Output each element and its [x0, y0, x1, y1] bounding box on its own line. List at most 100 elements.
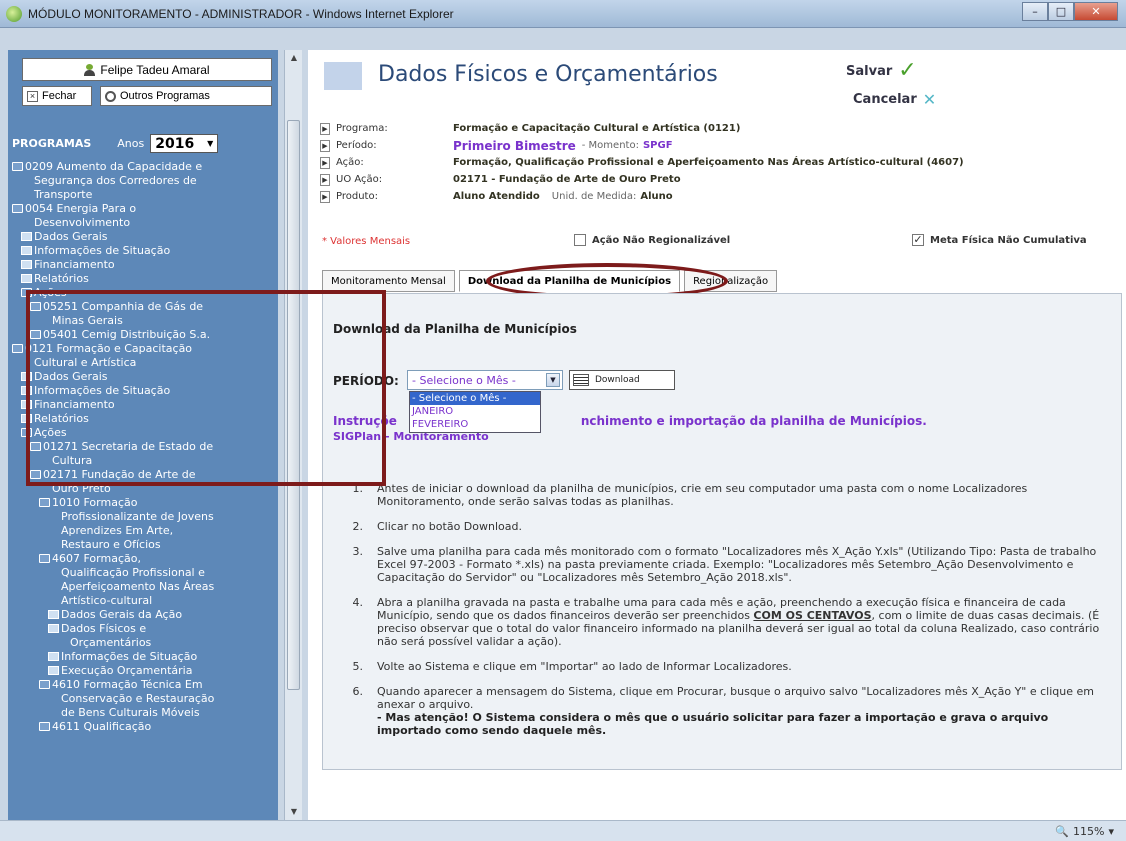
- ie-app-icon: [6, 6, 22, 22]
- acao-label: Ação:: [336, 157, 364, 168]
- step-text-part: Salve uma planilha para cada mês monitor…: [377, 545, 1097, 584]
- cancel-label: Cancelar: [853, 92, 917, 107]
- tree-node-label: Transporte: [34, 188, 93, 201]
- tree-node[interactable]: Relatórios: [8, 272, 278, 286]
- checkbox-unchecked[interactable]: [574, 234, 586, 246]
- tree-node[interactable]: Dados Gerais da Ação: [8, 608, 278, 622]
- step-number: 3.: [352, 545, 364, 558]
- maximize-button[interactable]: □: [1048, 2, 1074, 21]
- tree-node-label: Execução Orçamentária: [61, 664, 193, 677]
- dropdown-option[interactable]: FEVEREIRO: [410, 418, 540, 431]
- cancel-button[interactable]: Cancelar ✕: [853, 90, 936, 109]
- tree-node-label: 0209 Aumento da Capacidade e: [25, 160, 203, 173]
- year-select[interactable]: 2016 ▼: [150, 134, 219, 153]
- zoom-value: 115%: [1073, 825, 1105, 838]
- tree-node: Profissionalizante de Jovens: [8, 510, 278, 524]
- tree-node-label: Aprendizes Em Arte,: [61, 524, 174, 537]
- step-number: 2.: [352, 520, 364, 533]
- tree-node: Artístico-cultural: [8, 594, 278, 608]
- check-icon: ✓: [898, 58, 917, 83]
- momento-value: SPGF: [642, 140, 673, 151]
- save-button[interactable]: Salvar ✓: [846, 58, 917, 83]
- tab-monitoramento-mensal[interactable]: Monitoramento Mensal: [322, 270, 455, 292]
- expand-arrow-icon[interactable]: ▶: [320, 156, 330, 169]
- tree-node[interactable]: Informações de Situação: [8, 244, 278, 258]
- page-icon: [21, 260, 32, 269]
- produto-value: Aluno Atendido: [453, 191, 540, 202]
- step-warning: - Mas atenção! O Sistema considera o mês…: [377, 711, 1049, 737]
- expand-arrow-icon[interactable]: ▶: [320, 139, 330, 152]
- instruction-step: 2. Clicar no botão Download.: [343, 520, 1115, 533]
- expand-arrow-icon[interactable]: ▶: [320, 122, 330, 135]
- expand-arrow-icon[interactable]: ▶: [320, 190, 330, 203]
- programas-row: PROGRAMAS Anos 2016 ▼: [12, 134, 219, 153]
- programa-label: Programa:: [336, 123, 388, 134]
- tree-node-label: 0054 Energia Para o: [25, 202, 137, 215]
- month-select-value: - Selecione o Mês -: [412, 373, 516, 387]
- tab-panel: Download da Planilha de Municípios PERÍO…: [322, 293, 1122, 770]
- meta-fisica-checkbox[interactable]: ✓ Meta Física Não Cumulativa: [912, 234, 1087, 246]
- tree-node[interactable]: 1010 Formação: [8, 496, 278, 510]
- tree-node[interactable]: Dados Gerais: [8, 230, 278, 244]
- chevron-down-icon[interactable]: ▼: [546, 373, 560, 387]
- info-row-uo: ▶ UO Ação: 02171 - Fundação de Arte de O…: [320, 171, 1126, 188]
- step-text: Abra a planilha gravada na pasta e traba…: [377, 596, 1115, 648]
- page-icon: [48, 610, 59, 619]
- dropdown-option[interactable]: - Selecione o Mês -: [410, 392, 540, 405]
- outros-programas-button[interactable]: Outros Programas: [100, 86, 272, 106]
- unid-label: Unid. de Medida:: [551, 191, 637, 202]
- download-label: Download: [595, 375, 640, 385]
- momento-label: - Momento:: [581, 140, 639, 151]
- tree-node-label: de Bens Culturais Móveis: [61, 706, 200, 719]
- step-text: Clicar no botão Download.: [377, 520, 1115, 533]
- checkbox-checked[interactable]: ✓: [912, 234, 924, 246]
- periodo-label: Período:: [336, 140, 377, 151]
- tree-node-label: Orçamentários: [70, 636, 152, 649]
- tree-node-label: Conservação e Restauração: [61, 692, 215, 705]
- dropdown-option[interactable]: JANEIRO: [410, 405, 540, 418]
- chevron-down-icon: ▾: [1108, 825, 1114, 838]
- tree-node-label: Informações de Situação: [61, 650, 198, 663]
- tree-node: Segurança dos Corredores de: [8, 174, 278, 188]
- scroll-down-arrow-icon[interactable]: ▼: [285, 804, 303, 820]
- header-logo-square: [324, 62, 362, 90]
- scroll-up-arrow-icon[interactable]: ▲: [285, 50, 303, 66]
- expand-arrow-icon[interactable]: ▶: [320, 173, 330, 186]
- acao-value: Formação, Qualificação Profissional e Ap…: [453, 157, 964, 168]
- tree-node: Conservação e Restauração: [8, 692, 278, 706]
- month-dropdown-list[interactable]: - Selecione o Mês - JANEIRO FEVEREIRO: [409, 391, 541, 433]
- tree-node[interactable]: Execução Orçamentária: [8, 664, 278, 678]
- tree-node-label: 1010 Formação: [52, 496, 138, 509]
- step-text: Quando aparecer a mensagem do Sistema, c…: [377, 685, 1115, 737]
- folder-icon: [39, 498, 50, 507]
- folder-icon: [12, 204, 23, 213]
- tree-node[interactable]: 0054 Energia Para o: [8, 202, 278, 216]
- tree-node-label: Dados Gerais da Ação: [61, 608, 183, 621]
- uo-label: UO Ação:: [336, 174, 383, 185]
- tree-node[interactable]: 0209 Aumento da Capacidade e: [8, 160, 278, 174]
- instruction-step: 3. Salve uma planilha para cada mês monit…: [343, 545, 1115, 584]
- tree-node[interactable]: 4607 Formação,: [8, 552, 278, 566]
- tree-node: Desenvolvimento: [8, 216, 278, 230]
- step-text-part: Volte ao Sistema e clique em "Importar" …: [377, 660, 792, 673]
- fechar-button[interactable]: × Fechar: [22, 86, 92, 106]
- minimize-button[interactable]: –: [1022, 2, 1048, 21]
- download-button[interactable]: Download: [569, 370, 675, 390]
- tree-node[interactable]: 4610 Formação Técnica Em: [8, 678, 278, 692]
- tree-node-label: 4610 Formação Técnica Em: [52, 678, 203, 691]
- zoom-control[interactable]: 🔍 115% ▾: [1055, 825, 1114, 838]
- tree-node[interactable]: 4611 Qualificação: [8, 720, 278, 734]
- user-box[interactable]: Felipe Tadeu Amaral: [22, 58, 272, 81]
- tree-node[interactable]: Informações de Situação: [8, 650, 278, 664]
- tree-node[interactable]: Financiamento: [8, 258, 278, 272]
- close-button[interactable]: ✕: [1074, 2, 1118, 21]
- acao-nao-regionalizavel-checkbox[interactable]: Ação Não Regionalizável: [574, 234, 730, 246]
- folder-icon: [12, 344, 23, 353]
- outros-label: Outros Programas: [120, 90, 210, 102]
- tree-node-label: Dados Físicos e: [61, 622, 147, 635]
- folder-icon: [39, 722, 50, 731]
- save-label: Salvar: [846, 63, 893, 79]
- month-select[interactable]: - Selecione o Mês - ▼: [407, 370, 563, 390]
- tree-node[interactable]: Dados Físicos e: [8, 622, 278, 636]
- page-icon: [48, 624, 59, 633]
